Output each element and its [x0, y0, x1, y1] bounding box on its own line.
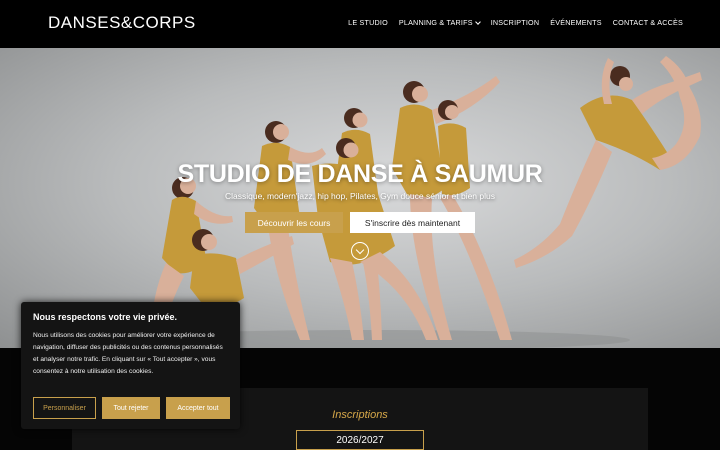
dancer-group-figure: [150, 76, 512, 340]
site-header: DANSES&CORPS LE STUDIO PLANNING & TARIFS…: [0, 0, 720, 48]
season-year-button[interactable]: 2026/2027: [296, 430, 424, 450]
nav-item-inscription[interactable]: INSCRIPTION: [491, 18, 540, 27]
discover-courses-button[interactable]: Découvrir les cours: [245, 212, 343, 233]
nav-label: LE STUDIO: [348, 18, 388, 27]
cookie-text: Nous utilisons des cookies pour améliore…: [33, 332, 223, 375]
hero-title: STUDIO DE DANSE À SAUMUR: [177, 160, 543, 188]
nav-label: INSCRIPTION: [490, 18, 540, 27]
nav-label: CONTACT & ACCÈS: [612, 18, 683, 27]
site-logo[interactable]: DANSES&CORPS: [48, 13, 196, 33]
hero-subtitle: Classique, modern'jazz, hip hop, Pilates…: [225, 191, 495, 201]
cookie-consent-banner: Nous respectons votre vie privée. Nous u…: [21, 302, 240, 429]
accept-all-button[interactable]: Accepter tout: [166, 397, 230, 419]
nav-label: PLANNING & TARIFS: [398, 18, 473, 27]
nav-item-planning-tarifs[interactable]: PLANNING & TARIFS: [398, 18, 481, 27]
register-now-button[interactable]: S'inscrire dès maintenant: [350, 212, 475, 233]
scroll-down-icon[interactable]: [351, 242, 369, 260]
reject-all-button[interactable]: Tout rejeter: [102, 397, 160, 419]
nav-label: ÉVÉNEMENTS: [550, 18, 602, 27]
nav-item-contact-acces[interactable]: CONTACT & ACCÈS: [613, 18, 683, 27]
nav-item-evenements[interactable]: ÉVÉNEMENTS: [550, 18, 602, 27]
chevron-down-icon: [474, 18, 481, 25]
customize-cookies-button[interactable]: Personnaliser: [33, 397, 96, 419]
nav-item-le-studio[interactable]: LE STUDIO: [348, 18, 388, 27]
page: DANSES&CORPS LE STUDIO PLANNING & TARIFS…: [0, 0, 720, 450]
cookie-title: Nous respectons votre vie privée.: [33, 312, 178, 322]
main-nav: LE STUDIO PLANNING & TARIFS INSCRIPTION …: [348, 18, 683, 27]
chevron-down-icon: [355, 245, 365, 254]
cookie-buttons: Personnaliser Tout rejeter Accepter tout: [33, 397, 230, 419]
